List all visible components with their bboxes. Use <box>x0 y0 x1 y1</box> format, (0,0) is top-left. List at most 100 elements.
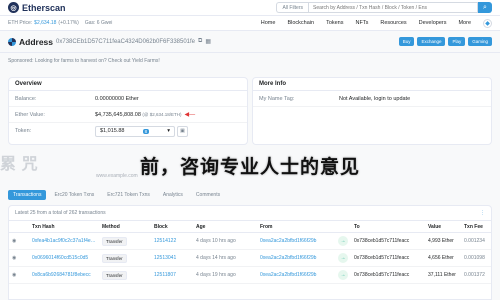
brand[interactable]: ◎ Etherscan <box>8 2 66 13</box>
ethereum-icon[interactable]: ◆ <box>483 18 492 28</box>
search-filter-dropdown[interactable]: All Filters <box>276 2 308 13</box>
name-tag-value[interactable]: Not Available, login to update <box>339 96 410 102</box>
table-row: ◉ 0x8ca6b92684781f8ebecc Transfer 125118… <box>9 266 491 284</box>
eye-icon[interactable]: ◉ <box>9 266 29 284</box>
from-address[interactable]: 0xea2ac2a2bfbd1f66f29b <box>257 232 335 250</box>
value: 37,111 Ether <box>425 266 461 284</box>
block-number[interactable]: 12514122 <box>151 232 193 250</box>
name-tag-label: My Name Tag: <box>259 95 295 102</box>
nav-nfts[interactable]: NFTs <box>356 20 369 26</box>
name-tag-row: My Name Tag: Not Available, login to upd… <box>253 91 491 107</box>
txn-fee: 0.001098 <box>461 249 491 267</box>
nav-home[interactable]: Home <box>261 20 276 26</box>
age: 4 days 10 hrs ago <box>193 232 257 250</box>
eth-price-value[interactable]: $2,634.18 <box>34 20 56 26</box>
search-input[interactable] <box>308 2 478 13</box>
play-button[interactable]: Play <box>448 37 466 46</box>
direction-in-icon: → <box>338 253 348 263</box>
eye-header <box>9 220 29 233</box>
header-block: Block <box>151 220 193 233</box>
overview-card: Overview Balance: 0.00000000 Ether Ether… <box>8 77 248 145</box>
from-address[interactable]: 0xea2ac2a2bfbd1f66f29b <box>257 249 335 267</box>
header-txn-hash: Txn Hash <box>29 220 99 233</box>
nav-blockchain[interactable]: Blockchain <box>287 20 314 26</box>
copy-icon[interactable]: ⧉ <box>198 38 202 45</box>
more-info-card: More Info My Name Tag: Not Available, lo… <box>252 77 492 145</box>
watermark-overlay: 前，咨询专业人士的意见 <box>139 155 360 178</box>
method-cell: Transfer <box>99 266 151 284</box>
to-address: 0x738ceb1d57c711feacc <box>351 232 425 250</box>
buy-button[interactable]: Buy <box>398 37 415 46</box>
value: 4,656 Ether <box>425 249 461 267</box>
overview-title: Overview <box>9 78 247 91</box>
value: 4,993 Ether <box>425 232 461 250</box>
etherscan-logo-icon: ◎ <box>8 2 19 13</box>
eye-icon[interactable]: ◉ <box>9 232 29 250</box>
gas-price[interactable]: Gas: 6 Gwei <box>85 20 113 26</box>
watermark-url: www.example.com <box>96 173 138 179</box>
nav-developers[interactable]: Developers <box>419 20 447 26</box>
nav-resources[interactable]: Resources <box>380 20 406 26</box>
header-age[interactable]: Age <box>193 220 257 233</box>
table-header: Txn Hash Method Block Age From To Value … <box>9 220 491 233</box>
address-avatar <box>8 37 16 46</box>
eye-icon[interactable]: ◉ <box>9 249 29 267</box>
direction-in-icon: → <box>338 236 348 246</box>
age: 4 days 14 hrs ago <box>193 249 257 267</box>
txn-fee: 0.001234 <box>461 232 491 250</box>
txn-hash[interactable]: 0xfea4b1ac9f0c2c37a1f4e8b <box>29 232 99 250</box>
txn-hash[interactable]: 0x8ca6b92684781f8ebecc <box>29 266 99 284</box>
tab-erc721[interactable]: Erc721 Token Txns <box>102 190 155 200</box>
balance-value: 0.00000000 Ether <box>95 95 139 102</box>
ether-price-note: (@ $2,634.18/ETH) <box>142 111 182 117</box>
eth-price-label: ETH Price: <box>8 20 33 26</box>
block-number[interactable]: 12513041 <box>151 249 193 267</box>
arrow-annotation-icon: ◀— <box>184 112 196 118</box>
address-title-group: Address 0x738CEb1D57C711feaC4324D062b0F6… <box>8 37 211 47</box>
transactions-table: Txn Hash Method Block Age From To Value … <box>9 220 491 284</box>
ether-value: $4,735,645,808.08 <box>95 111 141 118</box>
main-nav: Home Blockchain Tokens NFTs Resources De… <box>261 18 492 28</box>
nav-more[interactable]: More <box>458 20 471 26</box>
block-number[interactable]: 12511807 <box>151 266 193 284</box>
method-badge: Transfer <box>102 236 127 246</box>
exchange-button[interactable]: Exchange <box>417 37 446 46</box>
transactions-summary: Latest 25 from a total of 262 transactio… <box>15 210 106 216</box>
sponsored-banner[interactable]: Sponsored: Looking for farms to harvest … <box>8 58 160 64</box>
balance-row: Balance: 0.00000000 Ether <box>9 91 247 107</box>
tab-comments[interactable]: Comments <box>191 190 225 200</box>
tab-erc20[interactable]: Erc20 Token Txns <box>49 190 99 200</box>
tab-bar: Transactions Erc20 Token Txns Erc721 Tok… <box>8 190 225 200</box>
method-cell: Transfer <box>99 232 151 250</box>
wallet-icon[interactable]: ▣ <box>177 125 188 137</box>
table-row: ◉ 0x0696014f60cd515c0d5 Transfer 1251304… <box>9 249 491 267</box>
header-from: From <box>257 220 335 233</box>
brand-name: Etherscan <box>22 2 66 13</box>
method-badge: Transfer <box>102 270 127 280</box>
direction-cell: → <box>335 232 351 250</box>
more-info-title: More Info <box>253 78 491 91</box>
age: 4 days 19 hrs ago <box>193 266 257 284</box>
tab-analytics[interactable]: Analytics <box>158 190 188 200</box>
balance-label: Balance: <box>15 95 37 102</box>
to-address: 0x738ceb1d57c711feacc <box>351 266 425 284</box>
tab-transactions[interactable]: Transactions <box>8 190 47 200</box>
address-header: Address 0x738CEb1D57C711feaC4324D062b0F6… <box>0 31 500 53</box>
direction-in-icon: → <box>338 270 348 280</box>
search-icon[interactable]: ⌕ <box>478 2 492 13</box>
method-cell: Transfer <box>99 249 151 267</box>
qr-code-icon[interactable]: ▦ <box>205 38 211 45</box>
from-address[interactable]: 0xea2ac2a2bfbd1f66f29b <box>257 266 335 284</box>
nav-tokens[interactable]: Tokens <box>326 20 343 26</box>
direction-cell: → <box>335 249 351 267</box>
download-icon[interactable]: ⋮ <box>480 210 485 216</box>
search-bar: All Filters ⌕ <box>276 2 492 13</box>
eth-price: ETH Price: $2,634.18 (+0.17%) Gas: 6 Gwe… <box>8 20 112 26</box>
txn-hash[interactable]: 0x0696014f60cd515c0d5 <box>29 249 99 267</box>
header-to: To <box>351 220 425 233</box>
header-txn-fee[interactable]: Txn Fee <box>461 220 491 233</box>
page-title: Address <box>19 36 54 47</box>
table-row: ◉ 0xfea4b1ac9f0c2c37a1f4e8b Transfer 125… <box>9 232 491 250</box>
gaming-button[interactable]: Gaming <box>468 37 492 46</box>
token-dropdown[interactable]: $1,015.88 8 ▾ <box>95 125 175 137</box>
